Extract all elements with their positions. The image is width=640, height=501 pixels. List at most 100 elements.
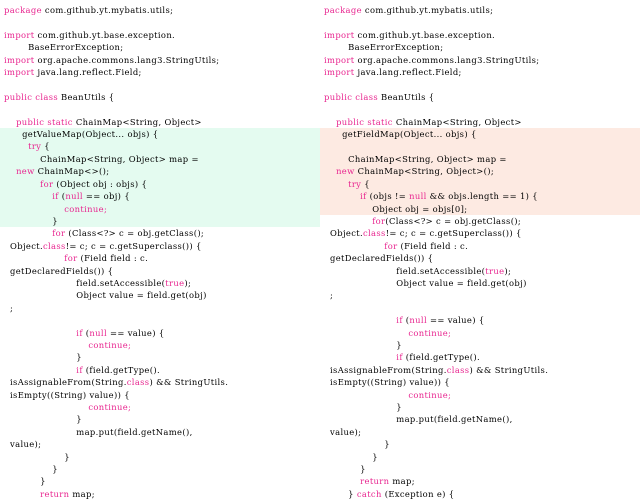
diff-pane-left[interactable]: package com.github.yt.mybatis.utils; imp…: [0, 0, 320, 501]
code-token-kw: package: [324, 5, 362, 15]
code-line: }: [0, 214, 320, 228]
code-line: value);: [0, 438, 320, 450]
code-line: }: [0, 475, 320, 487]
code-token-kw: new: [324, 166, 355, 177]
code-token-plain: == value) {: [106, 327, 165, 338]
code-line: isEmpty((String) value)) {: [0, 389, 320, 401]
code-token-cls: class: [446, 364, 470, 375]
code-line: package com.github.yt.mybatis.utils;: [320, 4, 640, 16]
code-token-plain: com.github.yt.mybatis.utils;: [41, 5, 174, 15]
code-token-plain: }: [4, 352, 82, 363]
code-token-plain: map;: [389, 476, 415, 487]
code-token-lit: null: [65, 191, 83, 202]
code-token-plain: (Class<?> c = obj.getClass();: [65, 228, 205, 239]
code-token-plain: }: [4, 476, 46, 487]
code-token-plain: {: [361, 178, 370, 189]
code-line: continue;: [0, 339, 320, 351]
code-line: isAssignableFrom(String.class) && String…: [0, 376, 320, 388]
code-token-plain: BeanUtils {: [377, 91, 435, 102]
code-line: import org.apache.commons.lang3.StringUt…: [0, 54, 320, 66]
code-line: Object.class!= c; c = c.getSuperclass())…: [0, 240, 320, 252]
code-token-plain: BaseErrorException;: [4, 42, 124, 53]
code-token-plain: map.put(field.getName(),: [4, 426, 193, 437]
code-token-plain: (objs !=: [366, 191, 410, 202]
code-token-kw: package: [4, 5, 42, 15]
code-line: import com.github.yt.base.exception.: [320, 29, 640, 41]
code-line: new ChainMap<>();: [0, 165, 320, 178]
code-token-plain: map.put(field.getName(),: [324, 414, 513, 425]
code-token-plain: ChainMap<String, Object> map =: [324, 153, 507, 164]
code-token-plain: field.setAccessible(: [4, 277, 166, 288]
code-line: } catch (Exception e) {: [320, 488, 640, 500]
code-token-plain: == value) {: [426, 315, 485, 326]
code-token-plain: ChainMap<String, Object>: [392, 116, 522, 127]
code-listing-right[interactable]: package com.github.yt.mybatis.utils; imp…: [320, 0, 640, 501]
code-token-kw: public static: [324, 116, 393, 127]
code-token-lit: null: [409, 315, 427, 326]
code-token-plain: }: [324, 488, 357, 499]
code-token-kw: continue;: [324, 389, 452, 400]
diff-pane-right[interactable]: package com.github.yt.mybatis.utils; imp…: [320, 0, 640, 501]
code-line: field.setAccessible(true);: [320, 265, 640, 277]
code-token-kw: try: [4, 141, 42, 152]
code-line: continue;: [0, 202, 320, 215]
code-token-kw: import: [324, 67, 355, 78]
code-line: isEmpty((String) value)) {: [320, 376, 640, 388]
code-line: try {: [0, 140, 320, 153]
code-line: value);: [320, 426, 640, 438]
code-token-kw: import: [4, 54, 35, 65]
code-token-plain: (Exception e) {: [381, 488, 455, 499]
code-token-kw: return: [4, 488, 70, 499]
code-line: }: [320, 463, 640, 475]
code-line: for (Object obj : objs) {: [0, 177, 320, 191]
code-token-plain: (Class<?> c = obj.getClass();: [385, 215, 522, 226]
code-token-kw: continue;: [4, 402, 132, 412]
code-token-kw: import: [324, 29, 355, 40]
code-token-plain: ChainMap<String, Object>();: [354, 166, 494, 177]
code-line: import java.lang.reflect.Field;: [320, 66, 640, 78]
code-token-lit: null: [89, 327, 107, 338]
code-token-plain: != c; c = c.getSuperclass()) {: [385, 228, 522, 239]
code-line: if (null == obj) {: [0, 190, 320, 203]
code-line: getDeclaredFields()) {: [0, 265, 320, 277]
code-token-plain: getDeclaredFields()) {: [4, 265, 114, 276]
code-token-kw: if: [4, 327, 83, 338]
code-line: isAssignableFrom(String.class) && String…: [320, 364, 640, 376]
code-token-plain: java.lang.reflect.Field;: [354, 67, 462, 78]
code-token-cls: class: [42, 240, 66, 251]
code-line: if (field.getType().: [0, 364, 320, 376]
code-token-plain: org.apache.commons.lang3.StringUtils;: [354, 54, 540, 65]
code-listing-left[interactable]: package com.github.yt.mybatis.utils; imp…: [0, 0, 320, 501]
code-token-kw: for: [4, 178, 54, 189]
code-token-kw: if: [4, 191, 59, 202]
code-token-cls: class: [362, 228, 386, 239]
code-line: public static ChainMap<String, Object>: [0, 116, 320, 128]
code-token-kw: continue;: [4, 203, 108, 214]
code-line: if (field.getType().: [320, 351, 640, 363]
code-token-kw: import: [324, 54, 355, 65]
code-token-plain: value);: [324, 426, 362, 437]
code-line: map.put(field.getName(),: [320, 413, 640, 425]
code-line: public static ChainMap<String, Object>: [320, 116, 640, 128]
code-token-lit: true: [485, 265, 505, 276]
code-token-plain: ;: [4, 302, 14, 313]
code-line: BaseErrorException;: [320, 41, 640, 53]
code-line: continue;: [320, 389, 640, 401]
code-token-plain: java.lang.reflect.Field;: [34, 67, 142, 78]
code-token-kw: import: [4, 29, 35, 40]
code-line: ChainMap<String, Object> map =: [0, 152, 320, 166]
code-token-lit: true: [165, 277, 185, 288]
code-token-plain: isEmpty((String) value)) {: [4, 389, 130, 400]
code-token-plain: }: [324, 451, 378, 462]
code-line: field.setAccessible(true);: [0, 277, 320, 289]
code-token-plain: Object.: [324, 228, 363, 239]
code-token-plain: org.apache.commons.lang3.StringUtils;: [34, 54, 220, 65]
code-line: for (Class<?> c = obj.getClass();: [0, 227, 320, 239]
code-token-kw: public static: [4, 116, 73, 127]
code-token-plain: isAssignableFrom(String.: [4, 377, 127, 388]
code-token-kw: catch: [356, 488, 382, 499]
code-token-plain: != c; c = c.getSuperclass()) {: [65, 240, 202, 251]
code-token-plain: value);: [4, 439, 42, 450]
